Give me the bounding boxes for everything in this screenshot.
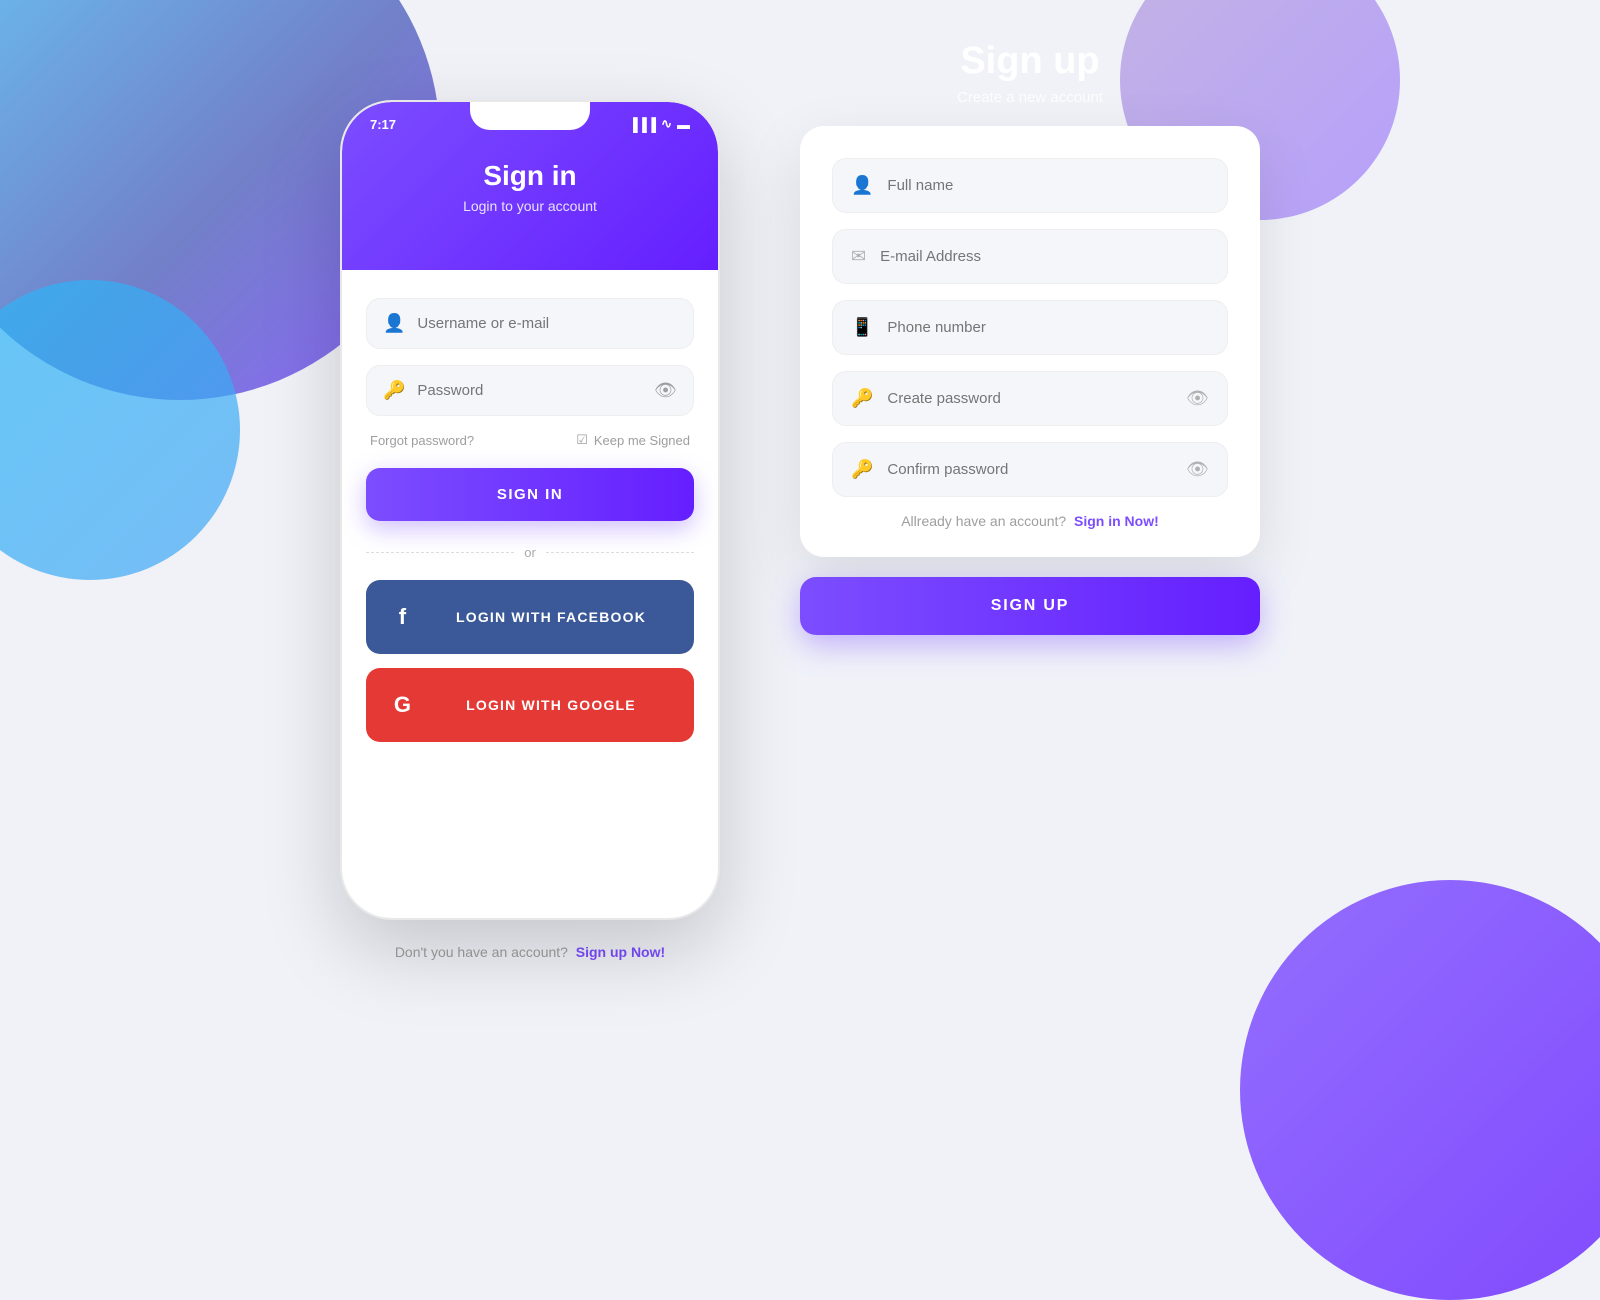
- no-account-label: Don't you have an account?: [395, 944, 568, 960]
- full-name-field[interactable]: 👤: [832, 158, 1228, 213]
- sign-in-title: Sign in: [362, 160, 698, 192]
- username-field[interactable]: 👤: [366, 298, 694, 349]
- toggle-create-password-icon[interactable]: 👁: [1186, 388, 1209, 409]
- sign-in-subtitle: Login to your account: [362, 198, 698, 214]
- signup-panel: Sign up Create a new account 👤 ✉ 📱 �: [800, 40, 1260, 635]
- password-field[interactable]: 🔑 👁: [366, 365, 694, 416]
- facebook-button-label: LOGIN WITH FACEBOOK: [424, 609, 678, 625]
- phone-notch: [470, 102, 590, 130]
- toggle-password-icon[interactable]: 👁: [654, 380, 677, 401]
- confirm-password-input[interactable]: [887, 461, 1186, 478]
- signin-now-link[interactable]: Sign in Now!: [1074, 513, 1159, 529]
- google-button-label: LOGIN WITH GOOGLE: [424, 697, 678, 713]
- divider-or-text: or: [524, 545, 536, 560]
- signup-subtitle: Create a new account: [957, 89, 1103, 106]
- divider-left: [366, 552, 514, 553]
- login-facebook-button[interactable]: f LOGIN WITH FACEBOOK: [366, 580, 694, 654]
- phone-title-area: Sign in Login to your account: [342, 132, 718, 234]
- signup-title: Sign up: [957, 40, 1103, 83]
- phone-icon: 📱: [851, 317, 873, 338]
- phone-time: 7:17: [370, 117, 396, 132]
- sign-in-button[interactable]: SIGN IN: [366, 468, 694, 521]
- signup-card: 👤 ✉ 📱 🔑 👁 🔑 👁: [800, 126, 1260, 557]
- signal-icon: ▐▐▐: [628, 117, 656, 132]
- battery-icon: ▬: [677, 117, 690, 132]
- phone-field[interactable]: 📱: [832, 300, 1228, 355]
- email-input[interactable]: [880, 248, 1209, 265]
- signup-header: Sign up Create a new account: [957, 40, 1103, 106]
- password-input[interactable]: [417, 382, 654, 399]
- keep-signed-row[interactable]: ☑ Keep me Signed: [576, 432, 690, 448]
- create-password-input[interactable]: [887, 390, 1186, 407]
- email-icon: ✉: [851, 246, 866, 267]
- login-google-button[interactable]: G LOGIN WITH GOOGLE: [366, 668, 694, 742]
- full-name-icon: 👤: [851, 175, 873, 196]
- facebook-logo: f: [382, 596, 424, 638]
- forgot-password-link[interactable]: Forgot password?: [370, 433, 474, 448]
- sign-up-button[interactable]: SIGN UP: [800, 577, 1260, 635]
- keep-signed-label: Keep me Signed: [594, 433, 690, 448]
- main-container: 7:17 ▐▐▐ ∿ ▬ Sign in Login to your accou…: [0, 0, 1600, 1200]
- user-icon: 👤: [383, 313, 405, 334]
- checkbox-icon: ☑: [576, 432, 588, 448]
- confirm-password-icon: 🔑: [851, 459, 873, 480]
- status-icons: ▐▐▐ ∿ ▬: [628, 116, 690, 132]
- or-divider: or: [366, 545, 694, 560]
- signup-now-link[interactable]: Sign up Now!: [576, 944, 665, 960]
- email-field[interactable]: ✉: [832, 229, 1228, 284]
- divider-right: [546, 552, 694, 553]
- already-account-row: Allready have an account? Sign in Now!: [832, 513, 1228, 529]
- already-account-text: Allready have an account?: [901, 513, 1066, 529]
- phone-body: 👤 🔑 👁 Forgot password? ☑ Keep me Signed: [342, 270, 718, 788]
- phone-input[interactable]: [887, 319, 1209, 336]
- username-input[interactable]: [417, 315, 677, 332]
- wifi-icon: ∿: [661, 116, 672, 132]
- phone-mockup: 7:17 ▐▐▐ ∿ ▬ Sign in Login to your accou…: [340, 100, 720, 920]
- create-password-field[interactable]: 🔑 👁: [832, 371, 1228, 426]
- phone-header: 7:17 ▐▐▐ ∿ ▬ Sign in Login to your accou…: [342, 102, 718, 270]
- full-name-input[interactable]: [887, 177, 1209, 194]
- toggle-confirm-password-icon[interactable]: 👁: [1186, 459, 1209, 480]
- google-logo: G: [382, 684, 424, 726]
- key-icon: 🔑: [383, 380, 405, 401]
- forgot-row: Forgot password? ☑ Keep me Signed: [370, 432, 690, 448]
- phone-mockup-wrapper: 7:17 ▐▐▐ ∿ ▬ Sign in Login to your accou…: [340, 100, 720, 960]
- create-password-icon: 🔑: [851, 388, 873, 409]
- bottom-signup-text: Don't you have an account? Sign up Now!: [395, 944, 665, 960]
- confirm-password-field[interactable]: 🔑 👁: [832, 442, 1228, 497]
